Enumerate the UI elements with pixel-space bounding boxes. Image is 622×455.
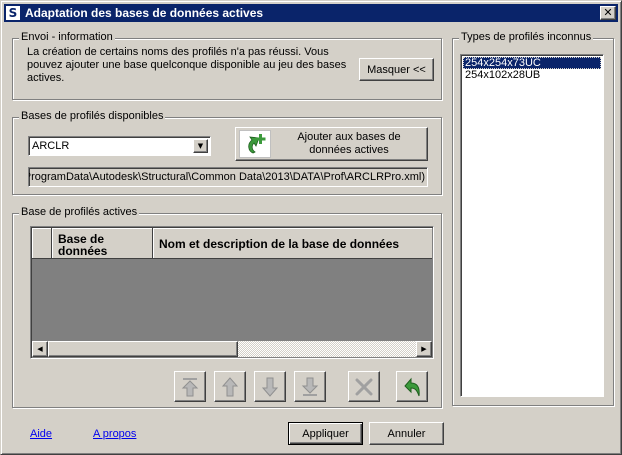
envoi-message: La création de certains noms des profilé… (27, 46, 347, 84)
list-item[interactable]: 254x102x28UB (463, 69, 601, 81)
move-top-button[interactable] (174, 371, 206, 402)
scroll-right-icon[interactable]: ▶ (416, 341, 432, 357)
column-header-description[interactable]: Nom et description de la base de données (153, 228, 432, 259)
move-down-icon (261, 377, 279, 397)
close-button[interactable]: ✕ (600, 6, 616, 20)
envoi-legend: Envoi - information (19, 31, 115, 43)
title-bar[interactable]: S Adaptation des bases de données active… (4, 4, 618, 22)
base-path-value: C:\ProgramData\Autodesk\Structural\Commo… (28, 171, 425, 183)
move-up-button[interactable] (214, 371, 246, 402)
cancel-button[interactable]: Annuler (369, 422, 444, 445)
scrollbar-thumb[interactable] (48, 341, 238, 357)
chevron-down-icon[interactable]: ▼ (193, 139, 208, 153)
move-top-icon (181, 377, 199, 396)
delete-icon (355, 378, 373, 395)
active-bases-grid[interactable]: Base de données Nom et description de la… (30, 226, 434, 359)
add-to-active-button[interactable]: Ajouter aux bases de données actives (235, 127, 428, 161)
active-legend: Base de profilés actives (19, 206, 140, 218)
column-header-base[interactable]: Base de données (52, 228, 153, 259)
move-up-icon (221, 376, 239, 396)
available-legend: Bases de profilés disponibles (19, 110, 166, 122)
delete-button[interactable] (348, 371, 380, 402)
scroll-left-icon[interactable]: ◀ (32, 341, 48, 357)
apply-button[interactable]: Appliquer (288, 422, 363, 445)
base-select[interactable]: ARCLR ▼ (28, 136, 211, 156)
add-to-active-label: Ajouter aux bases de données actives (297, 131, 401, 156)
move-down-button[interactable] (254, 371, 286, 402)
hide-button[interactable]: Masquer << (359, 58, 434, 81)
undo-button[interactable] (396, 371, 428, 402)
app-icon: S (6, 6, 20, 20)
base-path-field: C:\ProgramData\Autodesk\Structural\Commo… (28, 167, 428, 187)
database-add-icon (239, 130, 271, 158)
window-title: Adaptation des bases de données actives (25, 6, 264, 20)
about-link[interactable]: A propos (93, 428, 136, 440)
unknown-types-list[interactable]: 254x254x73UC 254x102x28UB (460, 54, 604, 397)
move-bottom-button[interactable] (294, 371, 326, 402)
base-select-value: ARCLR (32, 140, 70, 152)
undo-icon (404, 377, 420, 396)
dialog-window: S Adaptation des bases de données active… (0, 0, 622, 455)
list-item[interactable]: 254x254x73UC (463, 57, 601, 69)
grid-header: Base de données Nom et description de la… (32, 228, 432, 259)
unknown-legend: Types de profilés inconnus (459, 31, 594, 43)
help-link[interactable]: Aide (30, 428, 52, 440)
horizontal-scrollbar[interactable]: ◀ ▶ (32, 341, 432, 357)
grid-corner-cell (32, 228, 52, 259)
move-bottom-icon (301, 377, 319, 396)
